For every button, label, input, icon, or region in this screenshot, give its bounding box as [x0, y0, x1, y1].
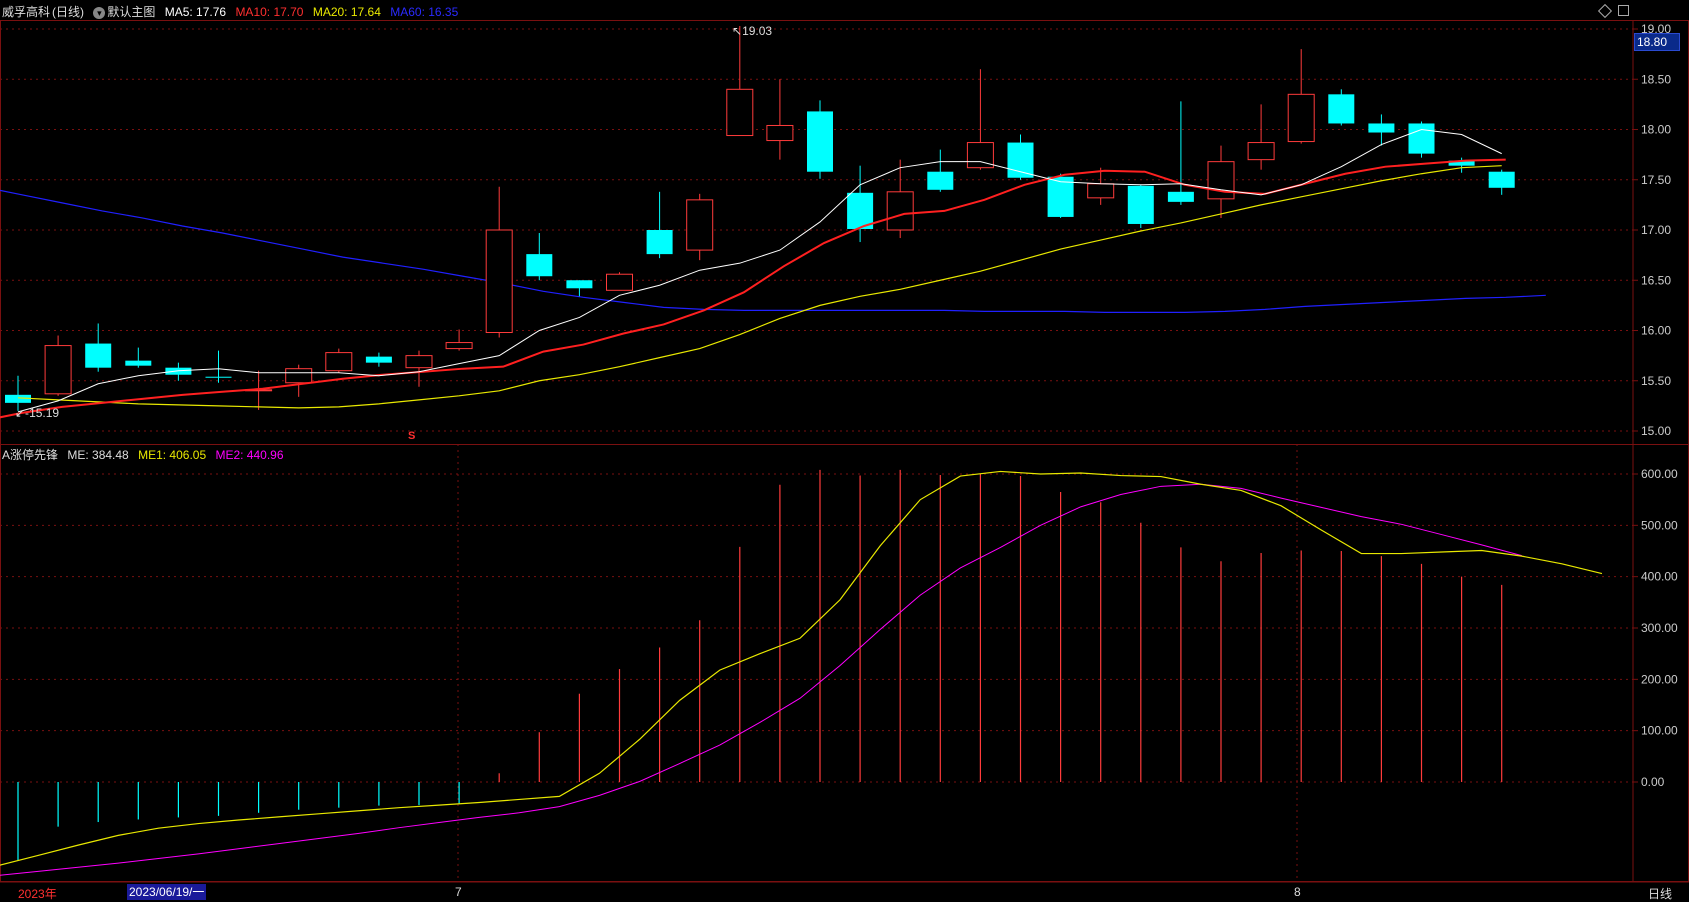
indicator-tick-label: 600.00: [1641, 467, 1678, 481]
candle-body-down: [205, 376, 232, 378]
candle-body-down: [125, 360, 152, 366]
chevron-down-icon[interactable]: ▾: [93, 7, 106, 19]
candle-body-down: [927, 171, 954, 190]
ma60-line: [0, 189, 1546, 314]
candle-body-down: [566, 280, 593, 289]
candle-body-down: [1328, 94, 1355, 124]
price-tick-label: 17.50: [1641, 173, 1671, 187]
ma5-line: [17, 128, 1502, 413]
low-price-label: ↙-15.19: [15, 406, 60, 420]
indicator-tick-label: 100.00: [1641, 724, 1678, 738]
indicator-tick-label: 400.00: [1641, 570, 1678, 584]
candle-body-down: [526, 254, 553, 277]
ma10-line: [0, 158, 1506, 419]
indicator-tick-label: 500.00: [1641, 518, 1678, 532]
candle-body-up: [1247, 142, 1275, 161]
candle-body-down: [365, 356, 392, 363]
ma60-value: MA60: 16.35: [390, 5, 459, 19]
indicator-name[interactable]: A涨停先锋: [2, 448, 58, 462]
low-price-value: 15.19: [29, 406, 60, 420]
indicator-tick-label: 300.00: [1641, 621, 1678, 635]
candle-body-down: [1408, 123, 1435, 154]
main-chart-header: 威孚高科 (日线) ▾ 默认主图 MA5: 17.76 MA10: 17.70 MA…: [2, 3, 464, 21]
stock-name[interactable]: 威孚高科: [2, 5, 50, 19]
candle-body-up: [1087, 183, 1115, 199]
candle-body-up: [325, 352, 353, 372]
price-tick-label: 18.00: [1641, 123, 1671, 137]
price-tick-label: 16.50: [1641, 273, 1671, 287]
candle-body-up: [485, 229, 513, 334]
ma5-value: MA5: 17.76: [164, 5, 227, 19]
ma20-line: [17, 165, 1502, 409]
candle-body-down: [1047, 176, 1074, 217]
candle-body-up: [445, 342, 473, 350]
candle-body-down: [1127, 185, 1154, 224]
ma20-value: MA20: 17.64: [312, 5, 381, 19]
price-tick-label: 18.50: [1641, 72, 1671, 86]
candle-body-up: [285, 368, 313, 384]
cursor-date-label: 2023/06/19/一: [127, 884, 207, 900]
candle-body-down: [807, 111, 833, 172]
period-button[interactable]: 日线: [1648, 885, 1672, 902]
candle-body-up: [686, 199, 714, 251]
period-label: (日线): [52, 5, 85, 19]
indicator-header: A涨停先锋 ME: 384.48 ME1: 406.05 ME2: 440.96: [2, 446, 290, 464]
year-label: 2023年: [18, 887, 57, 901]
me2-line: [0, 483, 1522, 876]
me1-line: [0, 470, 1603, 866]
month-7-label: 7: [455, 885, 462, 899]
candle-body-up: [405, 355, 433, 369]
candle-body-up: [726, 88, 754, 137]
current-price-tag: 18.80: [1634, 33, 1680, 51]
price-tick-label: 17.00: [1641, 223, 1671, 237]
square-icon[interactable]: [1618, 5, 1629, 16]
month-8-label: 8: [1294, 885, 1301, 899]
indicator-tick-label: 200.00: [1641, 672, 1678, 686]
signal-marker: S: [408, 430, 416, 442]
candle-body-down: [1167, 191, 1194, 202]
ma10-value: MA10: 17.70: [235, 5, 304, 19]
indicator-panel-frame: [0, 444, 1689, 882]
main-chart-selector[interactable]: 默认主图: [107, 5, 155, 19]
candle-body-up: [1287, 93, 1315, 143]
indicator-tick-label: 0.00: [1641, 775, 1665, 789]
price-tick-label: 15.00: [1641, 424, 1671, 438]
candle-body-down: [1368, 123, 1395, 133]
price-tick-label: 15.50: [1641, 374, 1671, 388]
high-price-value: 19.03: [742, 24, 773, 38]
price-tick-label: 16.00: [1641, 324, 1671, 338]
candle-body-up: [606, 273, 633, 291]
me1-value: ME1: 406.05: [138, 448, 207, 462]
candle-body-up: [1207, 161, 1235, 200]
candle-body-up: [886, 191, 914, 231]
high-price-label: ↖19.03: [732, 24, 773, 38]
me-value: ME: 384.48: [67, 448, 129, 462]
candle-body-down: [1007, 142, 1034, 178]
candle-body-down: [1488, 171, 1515, 188]
me2-value: ME2: 440.96: [215, 448, 284, 462]
candle-body-down: [646, 230, 673, 255]
candle-body-up: [766, 124, 794, 142]
candle-body-down: [85, 343, 112, 368]
candle-body-up: [44, 345, 72, 395]
